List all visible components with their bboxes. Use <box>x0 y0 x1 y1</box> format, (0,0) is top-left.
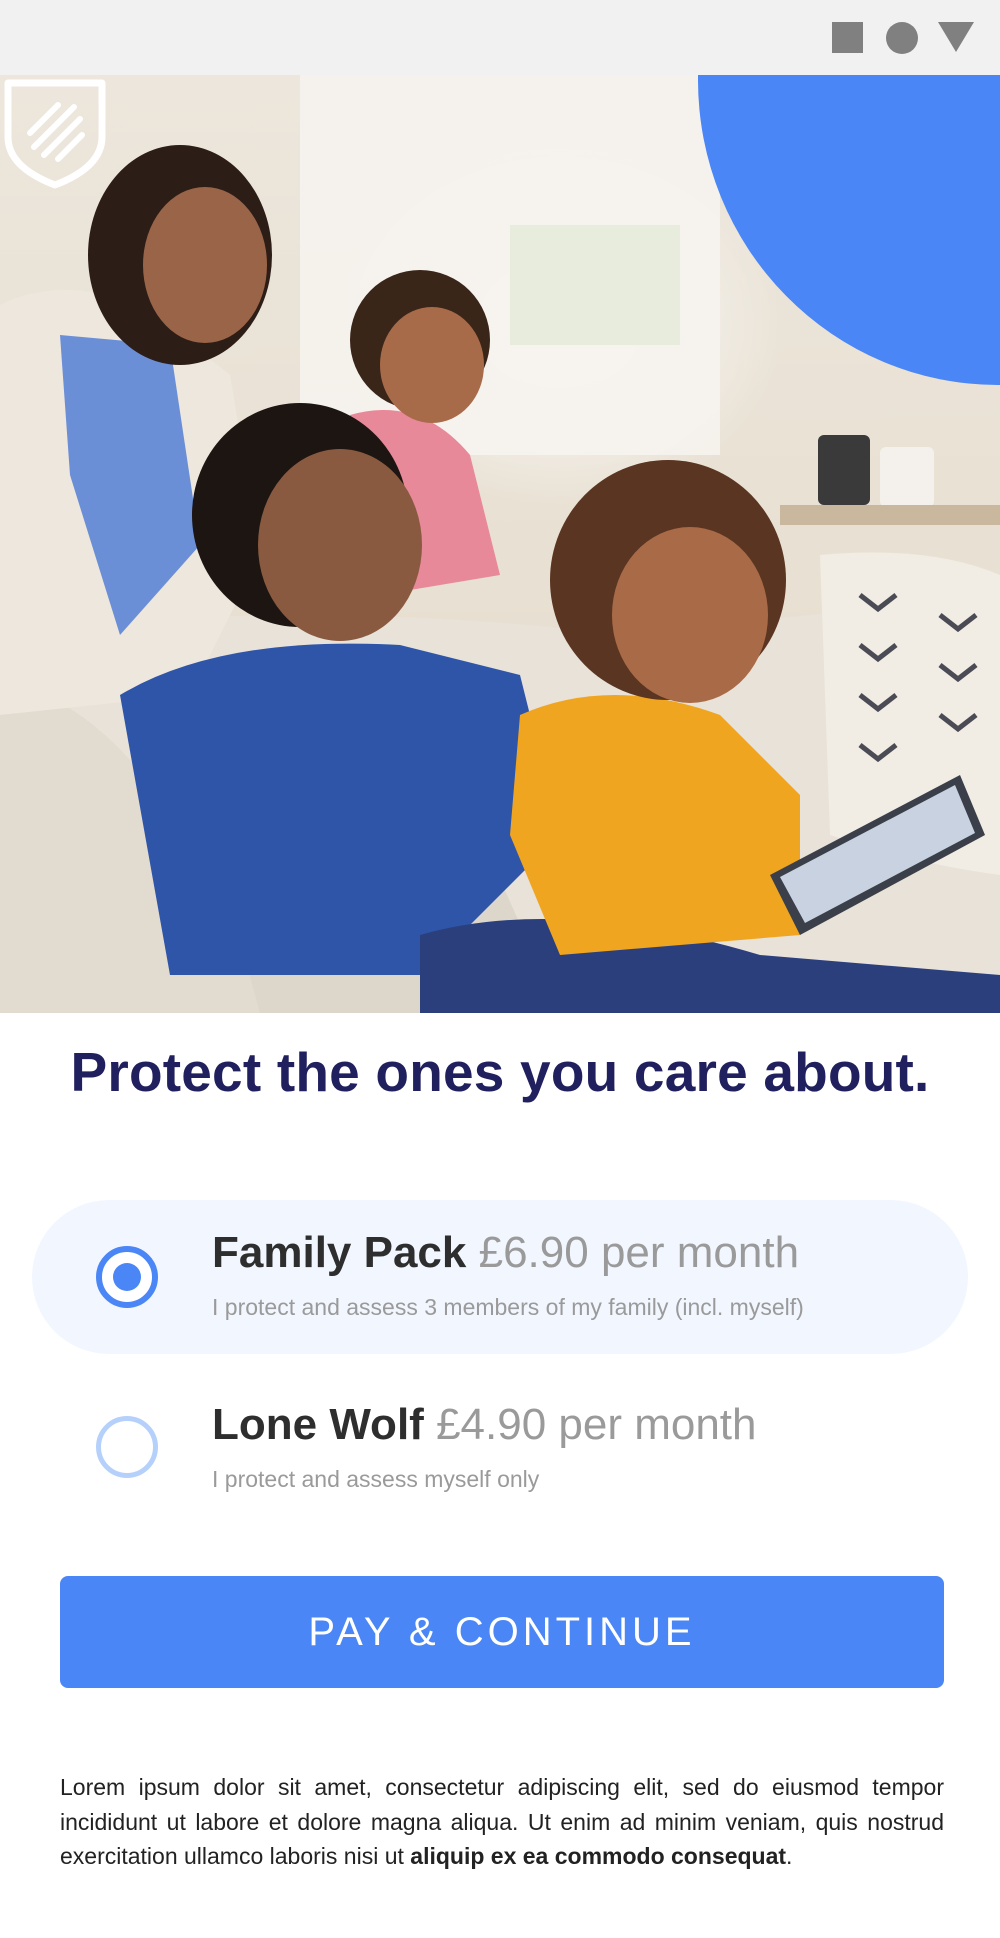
page-title: Protect the ones you care about. <box>70 1041 930 1103</box>
plan-title: Lone Wolf £4.90 per month <box>212 1400 757 1450</box>
pay-continue-button[interactable]: PAY & CONTINUE <box>60 1576 944 1688</box>
radio-dot <box>113 1263 141 1291</box>
triangle-icon[interactable] <box>938 22 974 52</box>
plan-price: £6.90 per month <box>478 1228 800 1277</box>
radio-selected-icon[interactable] <box>96 1246 158 1308</box>
system-status-bar <box>0 0 1000 75</box>
legal-text: Lorem ipsum dolor sit amet, consectetur … <box>60 1770 944 1874</box>
shield-logo-icon <box>4 79 106 189</box>
plan-name: Lone Wolf <box>212 1400 424 1449</box>
plan-name: Family Pack <box>212 1228 467 1277</box>
plan-title: Family Pack £6.90 per month <box>212 1228 799 1278</box>
radio-unselected-icon[interactable] <box>96 1416 158 1478</box>
square-icon[interactable] <box>832 22 863 53</box>
plan-description: I protect and assess myself only <box>212 1466 540 1492</box>
hero-photo <box>0 75 1000 1013</box>
plan-description: I protect and assess 3 members of my fam… <box>212 1294 804 1320</box>
plan-option-lone-wolf[interactable]: Lone Wolf £4.90 per month I protect and … <box>32 1372 968 1526</box>
circle-icon[interactable] <box>886 22 918 54</box>
plan-option-family-pack[interactable]: Family Pack £6.90 per month I protect an… <box>32 1200 968 1354</box>
legal-text-end: . <box>786 1843 793 1869</box>
legal-text-bold: aliquip ex ea commodo consequat <box>410 1843 787 1869</box>
plan-price: £4.90 per month <box>436 1400 757 1449</box>
